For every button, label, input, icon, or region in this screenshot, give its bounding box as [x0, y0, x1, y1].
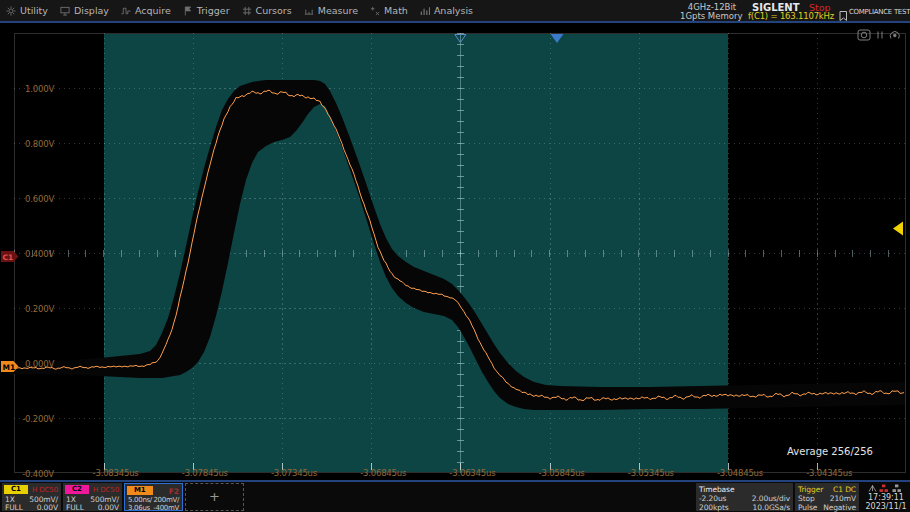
menu-label: Utility: [20, 5, 48, 16]
m1-voffset: -400mV: [153, 504, 179, 512]
trigger-type: Pulse: [798, 503, 817, 512]
graticule-area: 1.000V0.800V0.600V0.400V0.200V0.000V-0.2…: [0, 23, 910, 480]
freq-counter-label: f(C1) = 163.1107kHz: [748, 11, 840, 21]
status-area: 4GHz-12Bit1Gpts MemorySIGLENTStopf(C1) =…: [680, 0, 910, 21]
memory-label: 1Gpts Memory: [680, 11, 742, 21]
clock-time: 17:39:11: [862, 493, 910, 502]
menu-label: Math: [384, 5, 408, 16]
timebase-box[interactable]: Timebase-2.20us 2.00us/div 200kpts 10.0GSa/…: [696, 483, 793, 511]
clock-date: 2023/11/1: [862, 502, 910, 511]
v-axis-label: 0.200V: [8, 304, 54, 314]
menu-item-utility[interactable]: Utility: [0, 0, 54, 21]
menu-item-trigger[interactable]: Trigger: [177, 0, 236, 21]
menu-label: Display: [74, 5, 109, 16]
bandwidth-label: 4GHz-12Bit: [685, 2, 739, 12]
average-count-label: Average 256/256: [775, 446, 885, 457]
channel-box-c2[interactable]: C2H DC501X500mV/FULL0.00V: [63, 483, 122, 511]
flag-icon: [183, 6, 193, 16]
t-axis-label: -3.04845us: [705, 468, 775, 478]
v-axis-label: 0.800V: [8, 139, 54, 149]
v-axis-label: 1.000V: [8, 84, 54, 94]
t-axis-label: -3.07345us: [259, 468, 329, 478]
menu-item-cursors[interactable]: Cursors: [236, 0, 298, 21]
status-icons: [868, 484, 906, 493]
math-icon: [370, 6, 380, 16]
bw-label: FULL: [66, 503, 84, 512]
v-axis-label: -0.400V: [8, 469, 54, 479]
t-axis-label: -3.05845us: [527, 468, 597, 478]
trigger-slope: Negative: [823, 503, 856, 512]
clock-area: 17:39:112023/11/1: [862, 483, 910, 511]
menu-item-acquire[interactable]: Acquire: [115, 0, 177, 21]
menu-item-analysis[interactable]: Analysis: [414, 0, 479, 21]
t-axis-label: -3.06845us: [348, 468, 418, 478]
trigger-level: 210mV: [830, 494, 856, 503]
crosshair-icon: [242, 6, 252, 16]
coupling-label: H DC50: [32, 486, 58, 494]
menu-label: Acquire: [135, 5, 171, 16]
trigger-title: Trigger: [798, 485, 823, 494]
offset-label: 0.00V: [37, 503, 58, 512]
plot-corner-icons: [857, 27, 903, 41]
offset-label: 0.00V: [98, 503, 119, 512]
lan-error-icon: [880, 484, 888, 492]
t-axis-label: -3.08345us: [81, 468, 151, 478]
t-axis-label: -3.07845us: [170, 468, 240, 478]
timebase-points: 200kpts: [699, 503, 729, 512]
timebase-scale: 2.00us/div: [752, 494, 790, 503]
menu-label: Trigger: [197, 5, 230, 16]
timebase-srate: 10.0GSa/s: [753, 503, 790, 512]
usb-icon: [869, 485, 876, 491]
gear-icon: [6, 6, 16, 16]
trigger-status: Stop: [798, 494, 815, 503]
svg-text:M1: M1: [3, 363, 16, 372]
camera-icon[interactable]: [858, 30, 870, 40]
t-axis-label: -3.05345us: [616, 468, 686, 478]
waveform-icon: [121, 6, 131, 16]
m1-badge: M1: [127, 486, 153, 495]
menu-label: Analysis: [434, 5, 473, 16]
menu-label: Measure: [318, 5, 358, 16]
menu-item-display[interactable]: Display: [54, 0, 115, 21]
ruler-icon: [304, 6, 314, 16]
compliance-icon: [839, 6, 849, 16]
timebase-title: Timebase: [699, 485, 734, 494]
math-box-m1[interactable]: M1 F2 5.00ns/200mV/3.06us-400mV: [124, 483, 183, 511]
add-trace-box[interactable]: +: [185, 483, 244, 511]
trigger-box[interactable]: Trigger C1 DC Stop 210mV Pulse Negative: [795, 483, 859, 511]
chart-icon: [420, 6, 430, 16]
f2-label: F2: [169, 487, 179, 496]
timebase-delay: -2.20us: [699, 494, 726, 503]
bw-label: FULL: [5, 503, 23, 512]
m1-zero-marker[interactable]: M1: [1, 357, 19, 368]
channel-box-c1-badge: C1: [4, 485, 28, 494]
menu-label: Cursors: [256, 5, 292, 16]
v-axis-label: -0.200V: [8, 414, 54, 424]
descriptor-bar: C1H DC501X500mV/FULL0.00VC2H DC501X500mV…: [0, 482, 910, 512]
m1-hscale: 5.00ns/: [128, 496, 152, 504]
channel-box-c1[interactable]: C1H DC501X500mV/FULL0.00V: [2, 483, 61, 511]
monitor-icon: [60, 6, 70, 16]
m1-vscale: 200mV/: [153, 496, 179, 504]
lan-icon: [893, 484, 901, 492]
menu-item-measure[interactable]: Measure: [298, 0, 364, 21]
v-axis-label: 0.600V: [8, 194, 54, 204]
persistence-band: [12, 80, 905, 410]
coupling-label: H DC50: [93, 486, 119, 494]
waveform-layer: [0, 23, 910, 480]
channel-box-c2-badge: C2: [65, 485, 89, 494]
t-axis-label: -3.06345us: [437, 468, 507, 478]
m1-hdelay: 3.06us: [128, 504, 150, 512]
c1-zero-marker[interactable]: C1: [1, 247, 19, 258]
svg-text:C1: C1: [3, 253, 14, 262]
history-icon[interactable]: [878, 32, 882, 39]
trigger-source: C1 DC: [833, 485, 856, 494]
mode-label: COMPLIANCE TEST: [849, 8, 910, 16]
menu-item-math[interactable]: Math: [364, 0, 414, 21]
touch-icon[interactable]: [890, 32, 899, 39]
oscilloscope-screen: Utility Display Acquire Trigger Cursors Measu…: [0, 0, 910, 512]
t-axis-label: -3.04345us: [794, 468, 864, 478]
